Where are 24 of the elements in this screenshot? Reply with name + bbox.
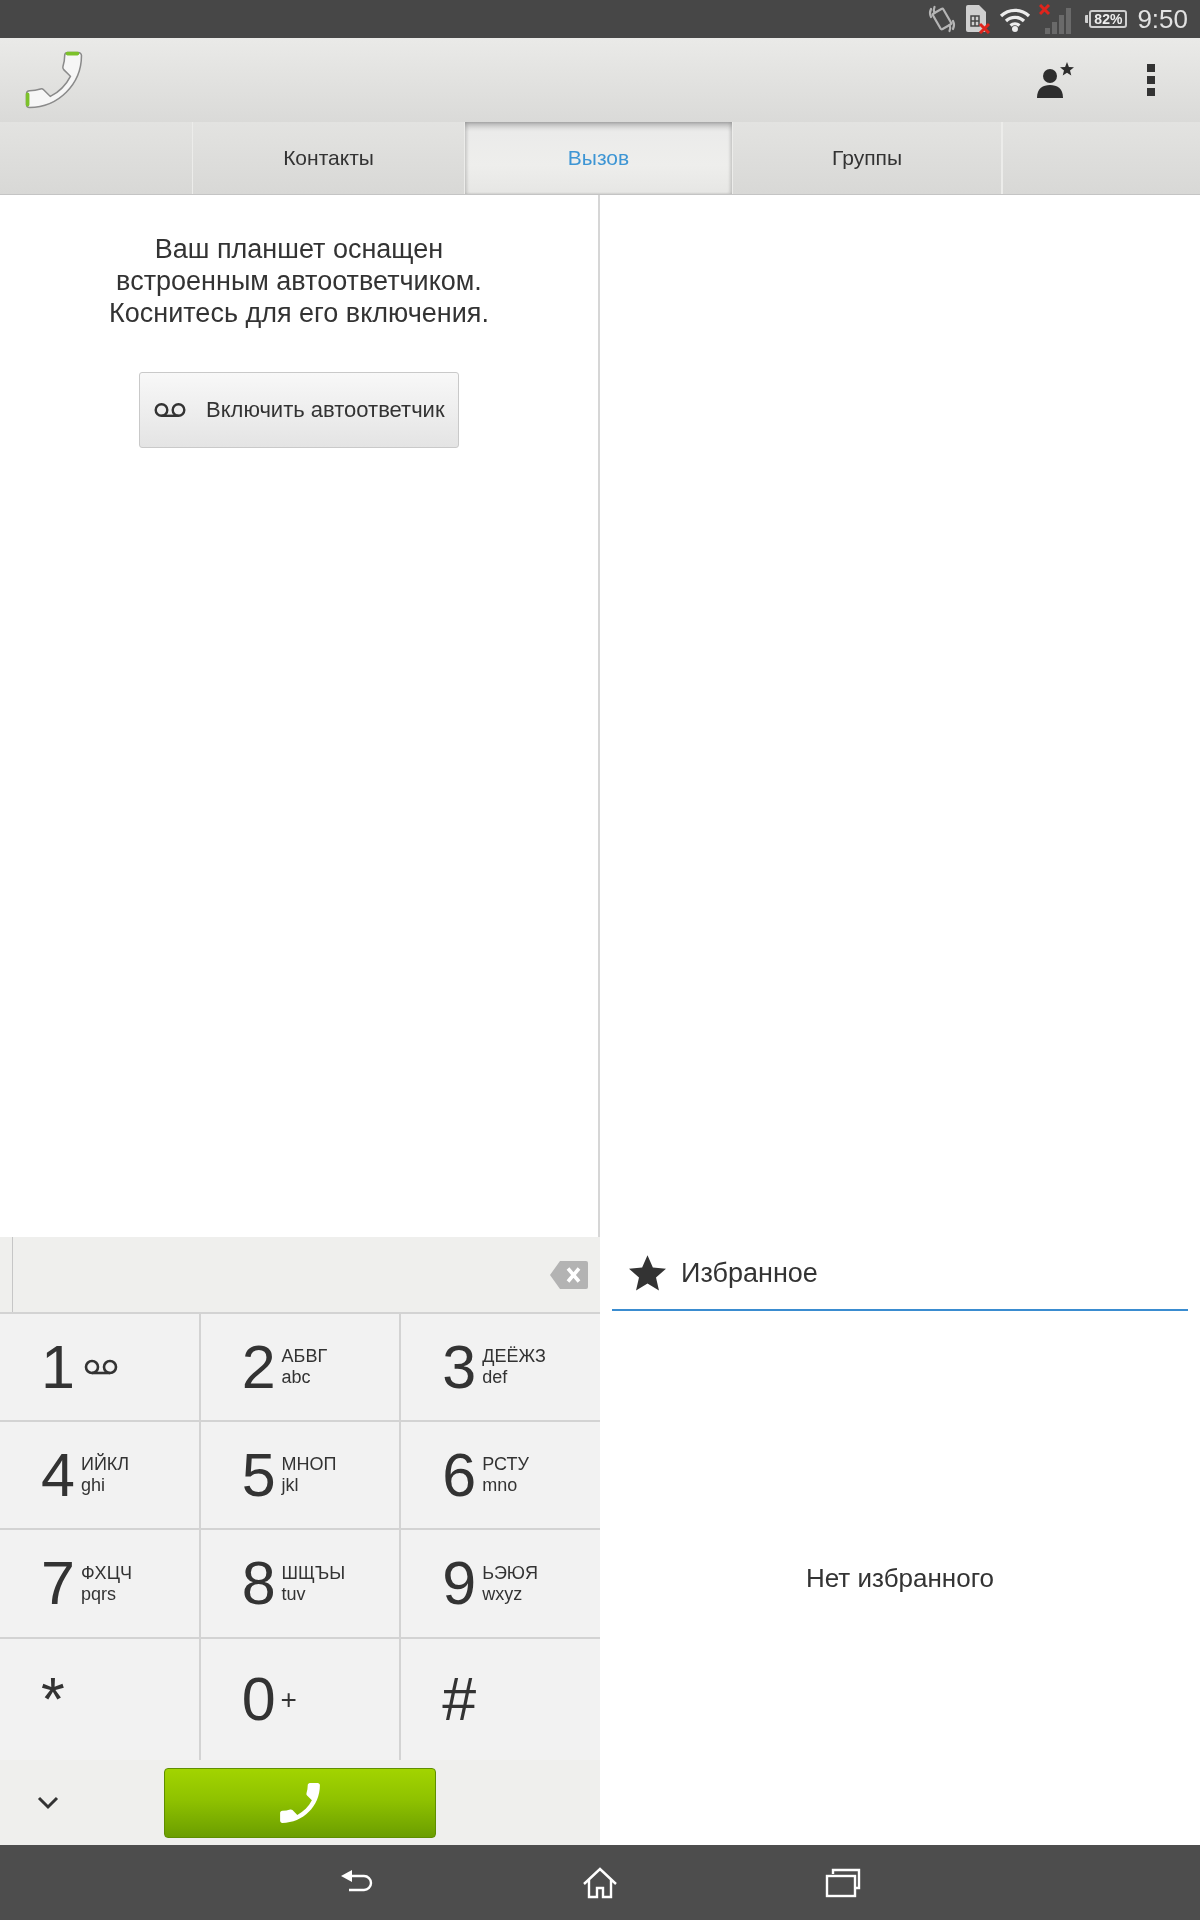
- star-icon: [629, 1255, 666, 1291]
- overflow-menu-icon[interactable]: [1146, 64, 1156, 96]
- tab[interactable]: Группы: [733, 122, 1002, 194]
- dial-key[interactable]: 1: [0, 1314, 199, 1420]
- voicemail-icon: [83, 1359, 118, 1375]
- phone-icon: [279, 1781, 321, 1824]
- status-time: 9:50: [1137, 3, 1188, 35]
- sim-card-icon: [965, 4, 992, 34]
- voicemail-message: Ваш планшет оснащен встроенным автоответчиком. Коснитесь для его включения.: [109, 233, 489, 329]
- enable-voicemail-button[interactable]: Включить автоответчик: [139, 372, 459, 448]
- favorites-title: Избранное: [681, 1257, 818, 1289]
- vibrate-icon: [927, 4, 958, 34]
- dial-key[interactable]: 0+: [200, 1639, 400, 1760]
- recent-apps-icon[interactable]: [825, 1867, 861, 1898]
- wifi-icon: [999, 6, 1032, 32]
- empty-favorites-text: Нет избранного: [806, 1562, 994, 1594]
- handset-icon[interactable]: [25, 51, 83, 109]
- home-icon[interactable]: [582, 1866, 618, 1899]
- call-button[interactable]: [164, 1767, 436, 1838]
- dial-key[interactable]: *: [0, 1639, 199, 1760]
- chevron-down-icon[interactable]: [37, 1795, 59, 1810]
- voicemail-icon: [154, 402, 186, 418]
- dial-key[interactable]: #: [401, 1639, 600, 1760]
- person-star-icon[interactable]: [1036, 61, 1076, 99]
